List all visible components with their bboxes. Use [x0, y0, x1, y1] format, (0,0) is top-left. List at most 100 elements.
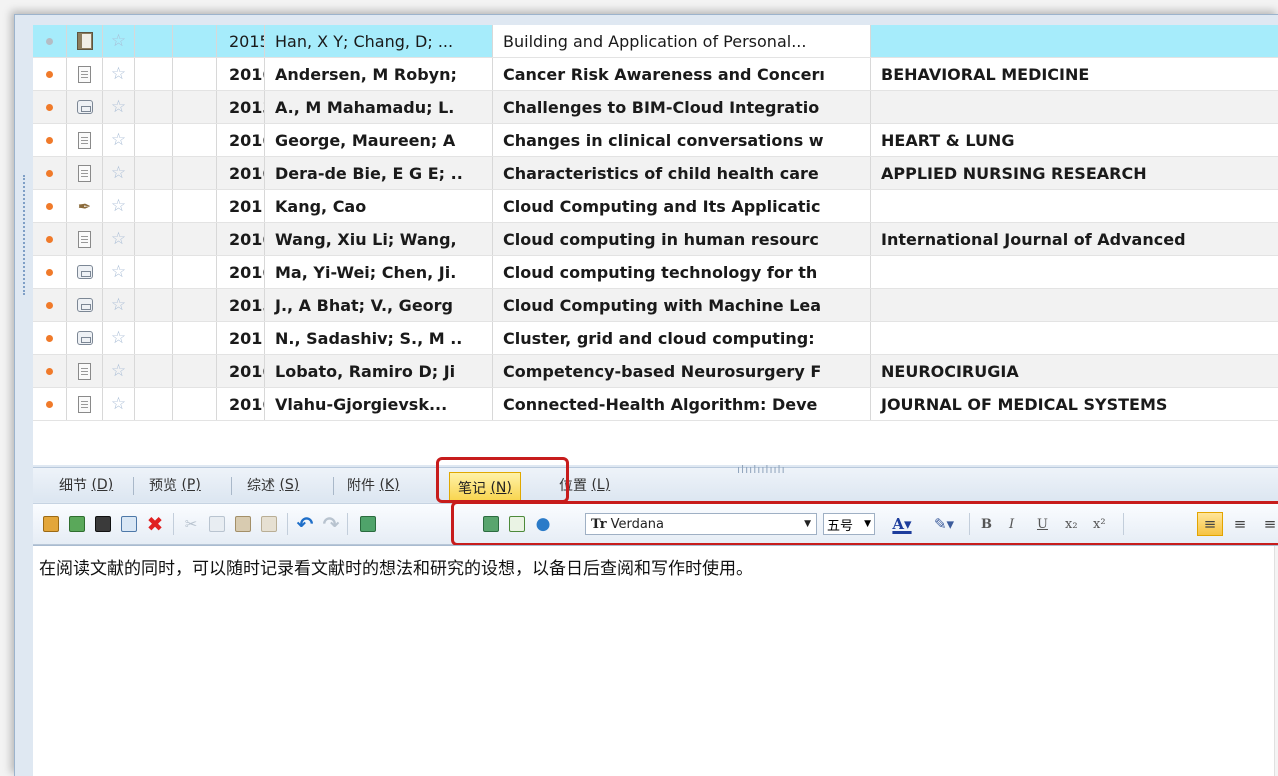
star-icon[interactable]: ☆: [111, 328, 126, 348]
star-cell[interactable]: ☆: [103, 91, 135, 123]
table-row[interactable]: ☆ 2016George, Maureen; AChanges in clinic…: [33, 124, 1278, 157]
blank-cell: [173, 322, 217, 354]
note-editor[interactable]: 在阅读文献的同时，可以随时记录看文献时的想法和研究的设想，以备日后查阅和写作时使…: [33, 545, 1278, 776]
splitter-handle[interactable]: [23, 175, 25, 295]
star-cell[interactable]: ☆: [103, 58, 135, 90]
read-status-cell[interactable]: [33, 157, 67, 189]
table-row[interactable]: ☆ 2016Ma, Yi-Wei; Chen, Ji.Cloud computin…: [33, 256, 1278, 289]
star-icon[interactable]: ☆: [111, 97, 126, 117]
blank-cell: [135, 124, 173, 156]
book-icon[interactable]: [93, 514, 113, 534]
table-row[interactable]: ☆ 2016Vlahu-Gjorgievsk...Connected-Health…: [33, 388, 1278, 421]
star-icon[interactable]: ☆: [111, 394, 126, 414]
drive-icon: [76, 100, 93, 114]
star-icon[interactable]: ☆: [111, 31, 126, 51]
star-cell[interactable]: ☆: [103, 388, 135, 420]
read-status-cell[interactable]: [33, 256, 67, 288]
read-status-cell[interactable]: [33, 58, 67, 90]
delete-icon[interactable]: ✖: [145, 512, 165, 536]
blank-cell: [173, 289, 217, 321]
reference-table: ☆2015Han, X Y; Chang, D; ...Building and…: [33, 25, 1278, 465]
star-cell[interactable]: ☆: [103, 157, 135, 189]
star-icon[interactable]: ☆: [111, 295, 126, 315]
table-row[interactable]: ☆ 2016Lobato, Ramiro D; JiCompetency-base…: [33, 355, 1278, 388]
cut-icon[interactable]: ✂: [181, 514, 201, 534]
table-row[interactable]: ☆ 2016Andersen, M Robyn;Cancer Risk Aware…: [33, 58, 1278, 91]
title-cell: Cloud computing in human resourc: [493, 223, 871, 255]
image-icon[interactable]: [355, 514, 381, 534]
format-toolbar-highlight: [451, 501, 1278, 546]
read-status-cell[interactable]: [33, 91, 67, 123]
journal-cell: [871, 25, 1278, 57]
title-cell: Changes in clinical conversations w: [493, 124, 871, 156]
save-icon[interactable]: [119, 514, 139, 534]
redo-icon[interactable]: ↷: [321, 512, 341, 536]
star-icon[interactable]: ☆: [111, 130, 126, 150]
title-cell: Cloud Computing with Machine Lea: [493, 289, 871, 321]
document-icon: [78, 65, 91, 83]
lock-icon[interactable]: [41, 514, 61, 534]
copy-icon[interactable]: [207, 514, 227, 534]
star-icon[interactable]: ☆: [111, 64, 126, 84]
tab-preview[interactable]: 预览 (P): [141, 468, 209, 502]
star-cell[interactable]: ☆: [103, 223, 135, 255]
editor-scrollbar[interactable]: ▲ ▼: [1274, 546, 1278, 776]
author-cell: A., M Mahamadu; L.: [265, 91, 493, 123]
tab-attachments[interactable]: 附件 (K): [339, 468, 408, 502]
tab-divider: [333, 477, 334, 495]
author-cell: N., Sadashiv; S., M ..: [265, 322, 493, 354]
read-status-cell[interactable]: [33, 223, 67, 255]
star-icon[interactable]: ☆: [111, 163, 126, 183]
star-cell[interactable]: ☆: [103, 355, 135, 387]
tab-details[interactable]: 细节 (D): [51, 468, 121, 502]
tab-summary[interactable]: 综述 (S): [239, 468, 307, 502]
year-cell: 2016: [217, 58, 265, 90]
paste-icon[interactable]: [233, 514, 253, 534]
journal-cell: [871, 91, 1278, 123]
blank-cell: [173, 190, 217, 222]
table-row[interactable]: ☆ 2015Han, X Y; Chang, D; ...Building and…: [33, 25, 1278, 58]
paste-special-icon[interactable]: [259, 514, 279, 534]
year-cell: 2013: [217, 91, 265, 123]
blank-cell: [135, 190, 173, 222]
star-cell[interactable]: ☆: [103, 322, 135, 354]
tab-shortcut: (S): [279, 477, 300, 493]
read-status-cell[interactable]: [33, 25, 67, 57]
star-icon[interactable]: ☆: [111, 361, 126, 381]
star-cell[interactable]: ☆: [103, 289, 135, 321]
status-dot-icon: [46, 70, 53, 78]
title-cell: Building and Application of Personal...: [493, 25, 871, 57]
blank-cell: [135, 355, 173, 387]
read-status-cell[interactable]: [33, 124, 67, 156]
title-cell: Cloud Computing and Its Applicatic: [493, 190, 871, 222]
read-status-cell[interactable]: [33, 190, 67, 222]
star-icon[interactable]: ☆: [111, 196, 126, 216]
read-status-cell[interactable]: [33, 322, 67, 354]
star-icon[interactable]: ☆: [111, 229, 126, 249]
star-icon[interactable]: ☆: [111, 262, 126, 282]
star-cell[interactable]: ☆: [103, 190, 135, 222]
table-row[interactable]: ☆ 2016Wang, Xiu Li; Wang,Cloud computing …: [33, 223, 1278, 256]
table-row[interactable]: ☆ 2016Dera-de Bie, E G E; ..Characteristi…: [33, 157, 1278, 190]
blank-cell: [135, 157, 173, 189]
title-cell: Characteristics of child health care: [493, 157, 871, 189]
read-status-cell[interactable]: [33, 388, 67, 420]
new-note-icon[interactable]: [67, 514, 87, 534]
author-cell: Wang, Xiu Li; Wang,: [265, 223, 493, 255]
blank-cell: [135, 322, 173, 354]
year-cell: 2016: [217, 157, 265, 189]
undo-icon[interactable]: ↶: [295, 512, 315, 536]
table-row[interactable]: ☆ 2011N., Sadashiv; S., M ..Cluster, grid…: [33, 322, 1278, 355]
star-cell[interactable]: ☆: [103, 124, 135, 156]
table-row[interactable]: ✒ ☆ 2011Kang, CaoCloud Computing and Its A…: [33, 190, 1278, 223]
status-dot-icon: [46, 400, 53, 408]
star-cell[interactable]: ☆: [103, 256, 135, 288]
read-status-cell[interactable]: [33, 289, 67, 321]
toolbar-divider: [287, 513, 288, 535]
tab-shortcut: (D): [91, 477, 114, 493]
table-row[interactable]: ☆ 2015J., A Bhat; V., GeorgCloud Computin…: [33, 289, 1278, 322]
star-cell[interactable]: ☆: [103, 25, 135, 57]
tab-shortcut: (P): [181, 477, 201, 493]
read-status-cell[interactable]: [33, 355, 67, 387]
table-row[interactable]: ☆ 2013A., M Mahamadu; L.Challenges to BIM…: [33, 91, 1278, 124]
